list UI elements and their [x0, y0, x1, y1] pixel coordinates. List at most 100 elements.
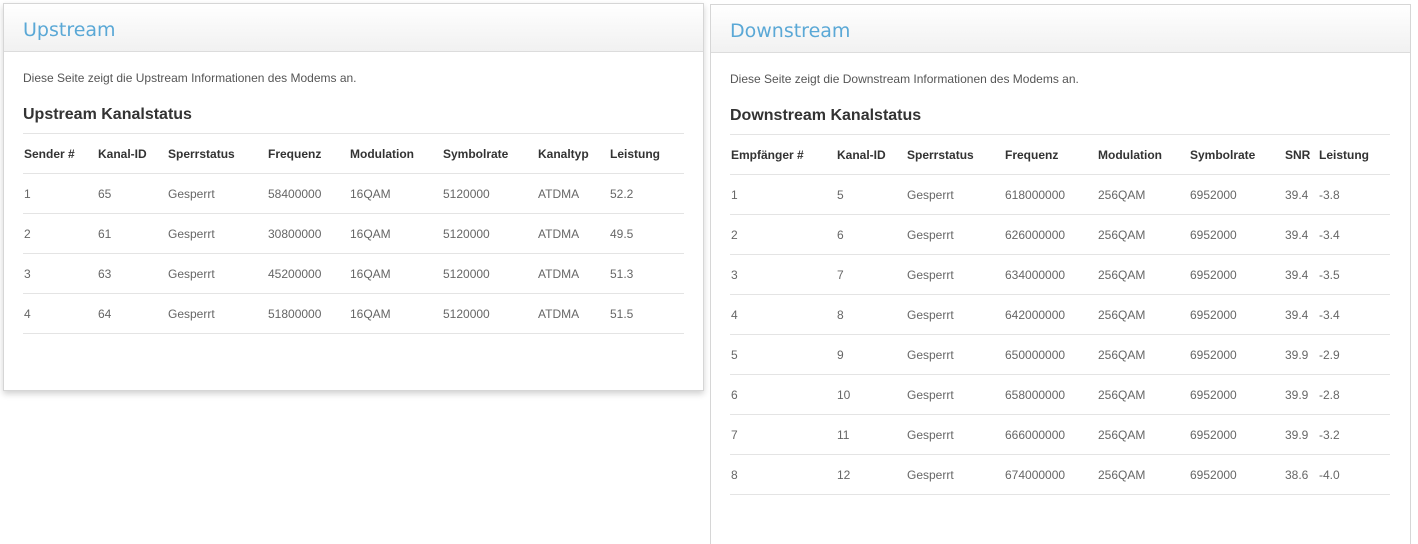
- table-cell: 256QAM: [1097, 374, 1189, 415]
- table-row: 3 63 Gesperrt 45200000 16QAM 5120000 ATD…: [23, 253, 684, 294]
- table-cell: 51.3: [609, 253, 684, 294]
- table-cell: 7: [730, 414, 836, 455]
- table-cell: 6952000: [1189, 454, 1284, 495]
- table-cell: 634000000: [1004, 254, 1097, 295]
- downstream-intro: Diese Seite zeigt die Downstream Informa…: [730, 72, 1079, 86]
- table-row: 1 65 Gesperrt 58400000 16QAM 5120000 ATD…: [23, 173, 684, 214]
- table-cell: Gesperrt: [906, 454, 1004, 495]
- table-cell: 11: [836, 414, 906, 455]
- column-header: Frequenz: [1004, 134, 1097, 175]
- column-header: Frequenz: [267, 133, 349, 174]
- table-cell: 5120000: [442, 173, 537, 214]
- table-cell: 642000000: [1004, 294, 1097, 335]
- table-cell: 7: [836, 254, 906, 295]
- column-header: Symbolrate: [1189, 134, 1284, 175]
- table-cell: 4: [730, 294, 836, 335]
- table-cell: 6952000: [1189, 334, 1284, 375]
- table-cell: Gesperrt: [167, 213, 267, 254]
- table-cell: 38.6: [1284, 454, 1318, 495]
- column-header: SNR: [1284, 134, 1318, 175]
- table-cell: 39.4: [1284, 174, 1318, 215]
- table-cell: 5120000: [442, 293, 537, 334]
- table-cell: 16QAM: [349, 253, 442, 294]
- table-cell: ATDMA: [537, 293, 609, 334]
- table-cell: 63: [97, 253, 167, 294]
- table-cell: 256QAM: [1097, 454, 1189, 495]
- table-cell: ATDMA: [537, 213, 609, 254]
- table-cell: 2: [730, 214, 836, 255]
- table-cell: 39.4: [1284, 294, 1318, 335]
- table-cell: Gesperrt: [167, 293, 267, 334]
- table-row: 2 6 Gesperrt 626000000 256QAM 6952000 39…: [730, 214, 1390, 255]
- column-header: Kanal-ID: [836, 134, 906, 175]
- table-cell: 256QAM: [1097, 414, 1189, 455]
- table-row: 1 5 Gesperrt 618000000 256QAM 6952000 39…: [730, 174, 1390, 215]
- table-cell: 3: [23, 253, 97, 294]
- table-cell: 4: [23, 293, 97, 334]
- upstream-rows: 1 65 Gesperrt 58400000 16QAM 5120000 ATD…: [23, 173, 684, 334]
- table-cell: 64: [97, 293, 167, 334]
- table-cell: -3.5: [1318, 254, 1390, 295]
- table-cell: 6: [836, 214, 906, 255]
- table-cell: 52.2: [609, 173, 684, 214]
- table-cell: 30800000: [267, 213, 349, 254]
- table-cell: Gesperrt: [906, 334, 1004, 375]
- upstream-table: Sender # Kanal-ID Sperrstatus Frequenz M…: [23, 133, 684, 334]
- table-row: 3 7 Gesperrt 634000000 256QAM 6952000 39…: [730, 254, 1390, 295]
- table-cell: 650000000: [1004, 334, 1097, 375]
- table-cell: 256QAM: [1097, 334, 1189, 375]
- column-header: Leistung: [609, 133, 684, 174]
- table-cell: Gesperrt: [906, 294, 1004, 335]
- table-cell: 39.9: [1284, 334, 1318, 375]
- table-cell: Gesperrt: [906, 254, 1004, 295]
- table-cell: 39.4: [1284, 214, 1318, 255]
- table-cell: -3.4: [1318, 214, 1390, 255]
- downstream-section-title: Downstream Kanalstatus: [730, 107, 922, 124]
- downstream-rows: 1 5 Gesperrt 618000000 256QAM 6952000 39…: [730, 174, 1390, 495]
- upstream-body: Diese Seite zeigt die Upstream Informati…: [4, 71, 703, 334]
- table-cell: 10: [836, 374, 906, 415]
- table-cell: 5: [836, 174, 906, 215]
- table-cell: 49.5: [609, 213, 684, 254]
- table-cell: 6952000: [1189, 214, 1284, 255]
- table-cell: Gesperrt: [906, 414, 1004, 455]
- table-row: 4 64 Gesperrt 51800000 16QAM 5120000 ATD…: [23, 293, 684, 334]
- table-cell: 6952000: [1189, 414, 1284, 455]
- table-cell: Gesperrt: [906, 374, 1004, 415]
- table-cell: ATDMA: [537, 253, 609, 294]
- table-cell: 9: [836, 334, 906, 375]
- table-row: 6 10 Gesperrt 658000000 256QAM 6952000 3…: [730, 374, 1390, 415]
- table-cell: 6952000: [1189, 374, 1284, 415]
- table-cell: 666000000: [1004, 414, 1097, 455]
- table-cell: 65: [97, 173, 167, 214]
- table-cell: 51.5: [609, 293, 684, 334]
- table-cell: 39.4: [1284, 254, 1318, 295]
- table-cell: 256QAM: [1097, 254, 1189, 295]
- table-cell: -3.8: [1318, 174, 1390, 215]
- table-cell: 45200000: [267, 253, 349, 294]
- table-cell: -2.9: [1318, 334, 1390, 375]
- table-cell: -2.8: [1318, 374, 1390, 415]
- table-cell: 5: [730, 334, 836, 375]
- table-cell: 16QAM: [349, 293, 442, 334]
- table-cell: 8: [836, 294, 906, 335]
- table-cell: 39.9: [1284, 374, 1318, 415]
- downstream-title: Downstream: [730, 20, 851, 42]
- table-row: 2 61 Gesperrt 30800000 16QAM 5120000 ATD…: [23, 213, 684, 254]
- table-cell: 6: [730, 374, 836, 415]
- column-header: Modulation: [349, 133, 442, 174]
- table-cell: 16QAM: [349, 173, 442, 214]
- column-header: Modulation: [1097, 134, 1189, 175]
- column-header: Symbolrate: [442, 133, 537, 174]
- table-cell: Gesperrt: [167, 173, 267, 214]
- table-cell: 61: [97, 213, 167, 254]
- table-cell: 6952000: [1189, 254, 1284, 295]
- table-row: 7 11 Gesperrt 666000000 256QAM 6952000 3…: [730, 414, 1390, 455]
- table-cell: 256QAM: [1097, 174, 1189, 215]
- table-cell: -3.4: [1318, 294, 1390, 335]
- table-cell: Gesperrt: [167, 253, 267, 294]
- table-cell: 5120000: [442, 213, 537, 254]
- column-header: Leistung: [1318, 134, 1390, 175]
- column-header: Empfänger #: [730, 134, 836, 175]
- table-cell: 256QAM: [1097, 214, 1189, 255]
